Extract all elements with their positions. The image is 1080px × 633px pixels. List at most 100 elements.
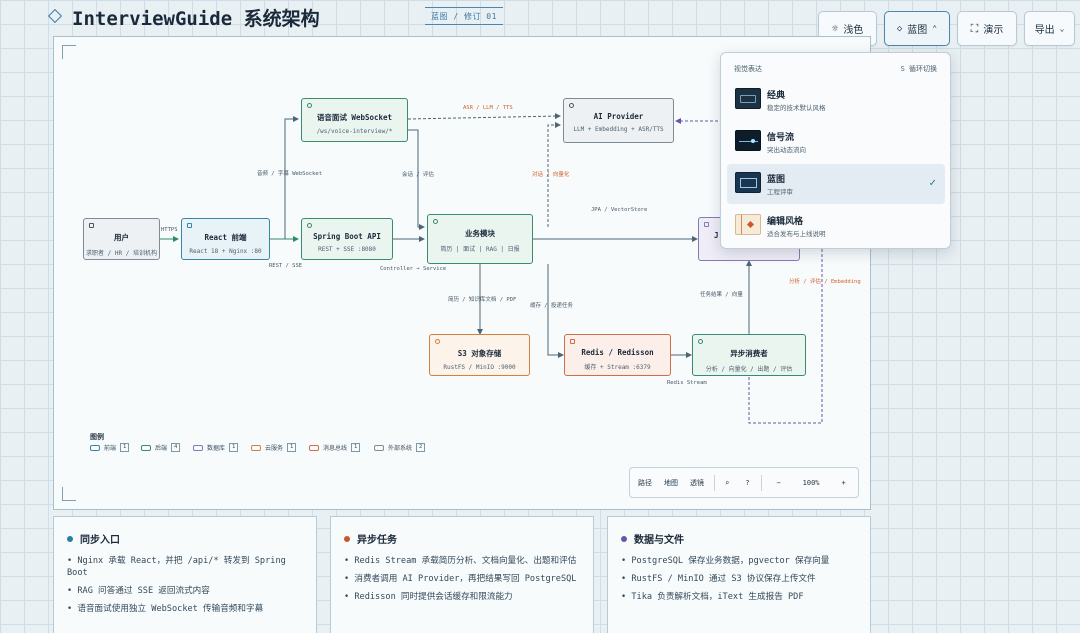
page-title: InterviewGuide 系统架构: [72, 8, 320, 30]
export-label: 导出: [1034, 25, 1055, 36]
node-subtitle: 分析 / 向量化 / 出题 / 评估: [705, 366, 793, 373]
card-dot-icon: [67, 535, 73, 542]
card-bullet: • Redis Stream 承载简历分析、文档向量化、出题和评估: [344, 556, 577, 566]
code-icon: [433, 219, 438, 224]
node-websocket[interactable]: 语音面试 WebSocket /ws/voice-interview/*: [301, 98, 408, 142]
export-button[interactable]: 导出 ⌄: [1024, 11, 1075, 46]
zoom-in-button[interactable]: +: [842, 479, 846, 487]
edge-ws-ai: [407, 113, 561, 120]
card-title: 异步任务: [357, 535, 397, 546]
node-title: Spring Boot API: [313, 232, 381, 241]
legend-item-database: 数据库 1: [193, 443, 239, 452]
node-user[interactable]: 用户 求职者 / HR / 培训机构: [83, 218, 160, 260]
node-subtitle: 求职者 / HR / 培训机构: [86, 250, 157, 257]
option-name: 编辑风格: [767, 217, 804, 227]
card-bullet: • Tika 负责解析文档，iText 生成报告 PDF: [621, 592, 804, 602]
theme-option-signal[interactable]: 信号流 突出动态流向: [727, 122, 945, 162]
legend-count: 2: [416, 443, 426, 452]
card-bullet: • RustFS / MinIO 通过 S3 协议保存上传文件: [621, 574, 816, 584]
database-icon: [704, 222, 709, 227]
edge-label-task-result: 任务结果 / 向量: [700, 292, 743, 298]
card-title: 数据与文件: [634, 535, 684, 546]
node-redis[interactable]: Redis / Redisson 缓存 + Stream :6379: [564, 334, 671, 376]
checkmark-icon: ✓: [929, 176, 936, 189]
info-card-data: 数据与文件 • PostgreSQL 保存业务数据，pgvector 保存向量 …: [607, 516, 871, 633]
code-icon: [698, 339, 703, 344]
help-icon[interactable]: ?: [745, 479, 749, 487]
legend-item-bus: 消息总线 1: [309, 443, 361, 452]
divider: [761, 474, 763, 491]
legend-item-external: 外部系统 2: [374, 443, 426, 452]
card-bullet: • PostgreSQL 保存业务数据，pgvector 保存向量: [621, 556, 830, 566]
legend-label: 消息总线: [323, 445, 348, 452]
node-subtitle: 缓存 + Stream :6379: [584, 364, 651, 371]
legend-count: 1: [120, 443, 130, 452]
code-icon: [307, 103, 312, 108]
signal-thumbnail-icon: [735, 130, 761, 151]
legend-item-cloud: 云服务 1: [251, 443, 297, 452]
option-name: 蓝图: [767, 175, 786, 185]
dropdown-heading: 视觉表达: [734, 65, 762, 73]
node-async-consumer[interactable]: 异步消费者 分析 / 向量化 / 出题 / 评估: [692, 334, 806, 376]
node-subtitle: LLM + Embedding + ASR/TTS: [573, 126, 664, 133]
theme-option-editorial[interactable]: 编辑风格 适合发布与上线说明: [727, 206, 945, 246]
theme-option-blueprint[interactable]: 蓝图 工程评审 ✓: [727, 164, 945, 204]
node-react[interactable]: React 前端 React 18 + Nginx :80: [181, 218, 270, 260]
theme-option-classic[interactable]: 经典 稳定的技术默认风格: [727, 80, 945, 120]
blueprint-theme-button[interactable]: ◇ 蓝图 ⌃: [884, 11, 950, 46]
legend-count: 4: [171, 443, 181, 452]
path-button[interactable]: 路径: [638, 478, 652, 488]
diamond-icon: ◇: [896, 23, 903, 34]
cycle-hint: S 循环切换: [900, 65, 937, 73]
chevron-up-icon: ⌃: [932, 24, 938, 33]
node-business[interactable]: 业务模块 简历 | 面试 | RAG | 日报: [427, 214, 533, 264]
edge-label-jpa: JPA / VectorStore: [591, 207, 648, 213]
legend-count: 1: [229, 443, 239, 452]
edge-label-stream: Redis Stream: [667, 380, 707, 386]
revision-tag: 蓝图 / 修订 01: [425, 7, 503, 25]
legend-item-frontend: 前端 1: [90, 443, 130, 452]
cloud-icon: [435, 339, 440, 344]
stack-icon: [570, 339, 575, 344]
edge-biz-redis: [547, 264, 564, 358]
node-title: 异步消费者: [730, 349, 768, 358]
classic-thumbnail-icon: [735, 88, 761, 109]
card-dot-icon: [344, 535, 350, 542]
legend-count: 1: [287, 443, 297, 452]
info-card-sync: 同步入口 • Nginx 承载 React，并把 /api/* 转发到 Spri…: [53, 516, 317, 633]
zoom-out-button[interactable]: −: [776, 479, 780, 487]
legend-label: 云服务: [265, 445, 284, 452]
lens-button[interactable]: 透镜: [690, 478, 704, 488]
zoom-level: 100%: [802, 478, 820, 487]
search-icon[interactable]: ⌕: [725, 479, 729, 487]
option-desc: 适合发布与上线说明: [767, 230, 826, 238]
node-title: AI Provider: [593, 112, 644, 121]
node-subtitle: REST + SSE :8080: [318, 246, 376, 253]
blueprint-thumbnail-icon: [735, 172, 761, 193]
info-card-async: 异步任务 • Redis Stream 承载简历分析、文档向量化、出题和评估 •…: [330, 516, 594, 633]
chevron-down-icon: ⌄: [1059, 24, 1065, 33]
user-icon: [89, 223, 94, 228]
editorial-thumbnail-icon: [735, 214, 761, 235]
card-bullet: • Nginx 承载 React，并把 /api/* 转发到 Spring Bo…: [67, 556, 286, 578]
node-s3[interactable]: S3 对象存储 RustFS / MinIO :9000: [429, 334, 530, 376]
edge-label-controller: Controller → Service: [380, 266, 447, 272]
present-button[interactable]: ⛶ 演示: [957, 11, 1017, 46]
option-name: 经典: [767, 91, 786, 101]
option-desc: 工程评审: [767, 188, 793, 196]
card-title: 同步入口: [80, 535, 120, 546]
node-title: 业务模块: [465, 229, 495, 238]
theme-dropdown: 视觉表达 S 循环切换 经典 稳定的技术默认风格 信号流 突出动态流向 蓝图 工…: [720, 52, 951, 249]
legend-label: 前端: [104, 445, 117, 452]
edge-label-session: 会话 / 评估: [402, 172, 434, 178]
node-spring-boot[interactable]: Spring Boot API REST + SSE :8080: [301, 218, 393, 260]
present-label: 演示: [983, 25, 1004, 36]
edge-label-files: 简历 / 知识库文档 / PDF: [448, 297, 517, 303]
map-button[interactable]: 地图: [664, 478, 678, 488]
node-ai-provider[interactable]: AI Provider LLM + Embedding + ASR/TTS: [563, 98, 674, 143]
blueprint-theme-label: 蓝图: [907, 25, 928, 36]
node-subtitle: 简历 | 面试 | RAG | 日报: [440, 246, 520, 253]
card-bullet: • RAG 问答通过 SSE 返回流式内容: [67, 586, 210, 596]
edge-ws-biz: [408, 129, 425, 230]
node-subtitle: RustFS / MinIO :9000: [443, 364, 516, 371]
